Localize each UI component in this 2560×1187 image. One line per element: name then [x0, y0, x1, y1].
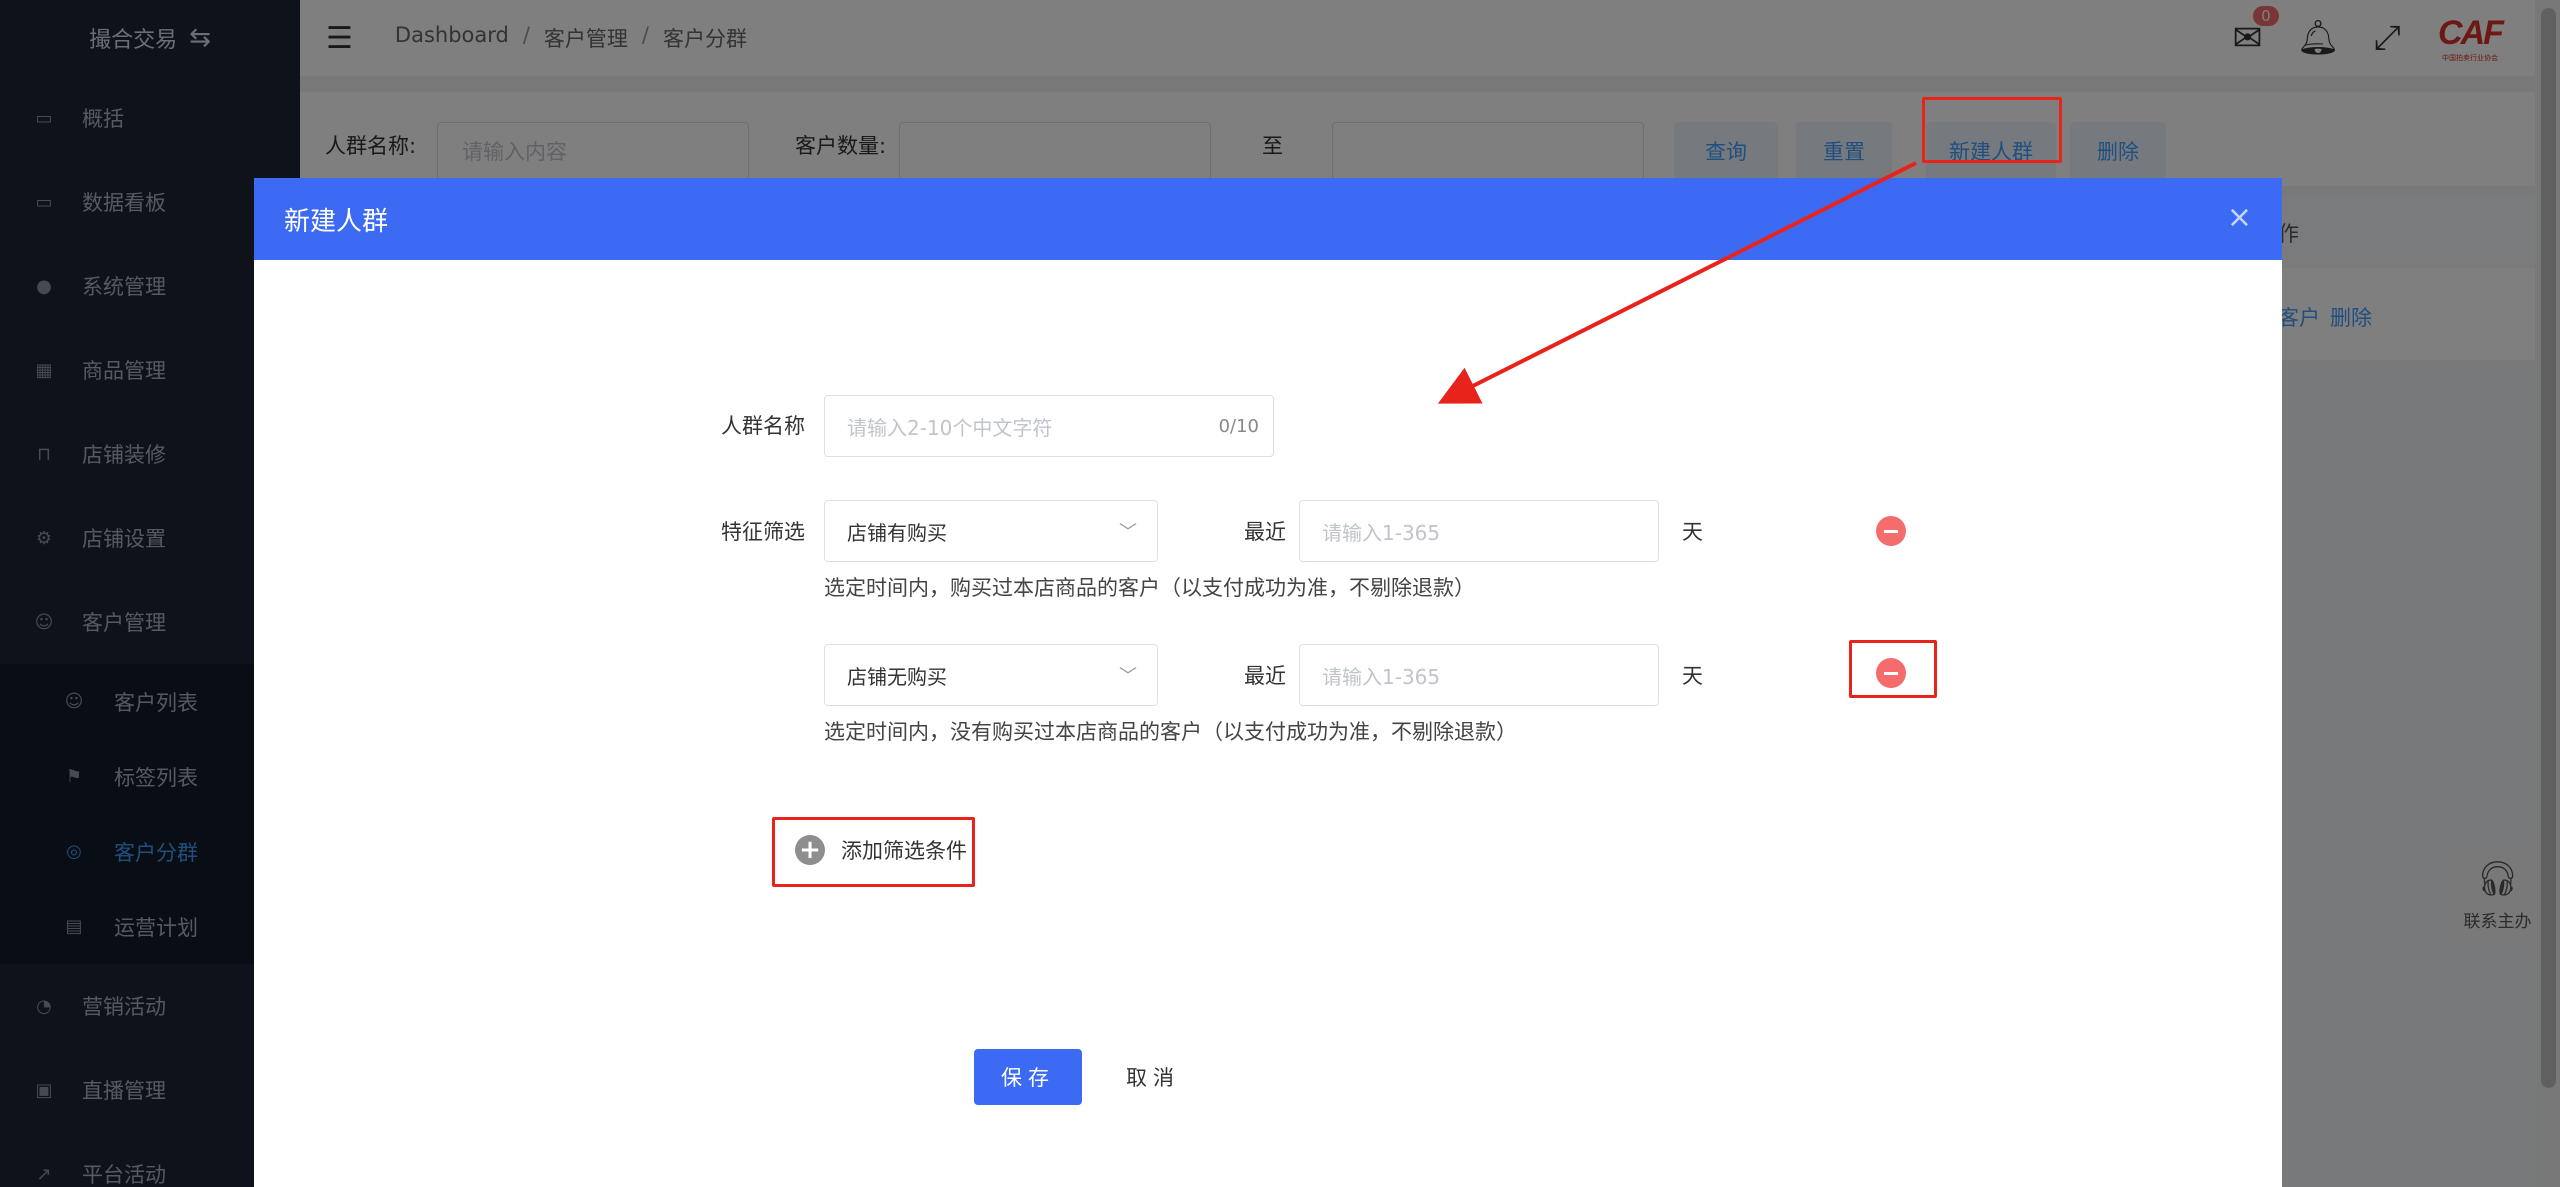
highlight-create-button	[1922, 97, 2062, 163]
dialog-header: 新建人群 ×	[254, 178, 2282, 260]
group-name-label: 人群名称	[721, 414, 805, 438]
condition-type-value: 店铺有购买	[847, 520, 947, 545]
highlight-remove-button	[1849, 640, 1937, 698]
save-button[interactable]: 保存	[974, 1049, 1082, 1105]
char-counter: 0/10	[1218, 415, 1259, 437]
group-name-placeholder: 请输入2-10个中文字符	[847, 415, 1053, 440]
condition-type-select[interactable]: 店铺有购买 ﹀	[824, 500, 1158, 562]
days-placeholder: 请输入1-365	[1322, 520, 1441, 545]
create-group-dialog: 新建人群 × 人群名称 请输入2-10个中文字符 0/10 特征筛选 店铺有购买…	[254, 178, 2282, 1187]
condition-hint: 选定时间内，购买过本店商品的客户（以支付成功为准，不剔除退款）	[824, 576, 1475, 600]
days-unit: 天	[1682, 664, 1703, 688]
cancel-button[interactable]: 取消	[1126, 1049, 1180, 1105]
condition-type-value: 店铺无购买	[847, 664, 947, 689]
recent-label: 最近	[1244, 520, 1286, 544]
recent-label: 最近	[1244, 664, 1286, 688]
highlight-add-condition	[772, 817, 975, 887]
feature-filter-label: 特征筛选	[721, 520, 805, 544]
chevron-down-icon: ﹀	[1119, 522, 1137, 543]
days-placeholder: 请输入1-365	[1322, 664, 1441, 689]
condition-type-select[interactable]: 店铺无购买 ﹀	[824, 644, 1158, 706]
condition-hint: 选定时间内，没有购买过本店商品的客户（以支付成功为准，不剔除退款）	[824, 720, 1517, 744]
dialog-title: 新建人群	[284, 206, 389, 237]
days-input[interactable]: 请输入1-365	[1299, 644, 1659, 706]
group-name-input[interactable]: 请输入2-10个中文字符 0/10	[824, 395, 1274, 457]
chevron-down-icon: ﹀	[1119, 666, 1137, 687]
days-input[interactable]: 请输入1-365	[1299, 500, 1659, 562]
remove-condition-icon[interactable]	[1876, 516, 1906, 546]
days-unit: 天	[1682, 520, 1703, 544]
close-icon[interactable]: ×	[2227, 200, 2252, 235]
